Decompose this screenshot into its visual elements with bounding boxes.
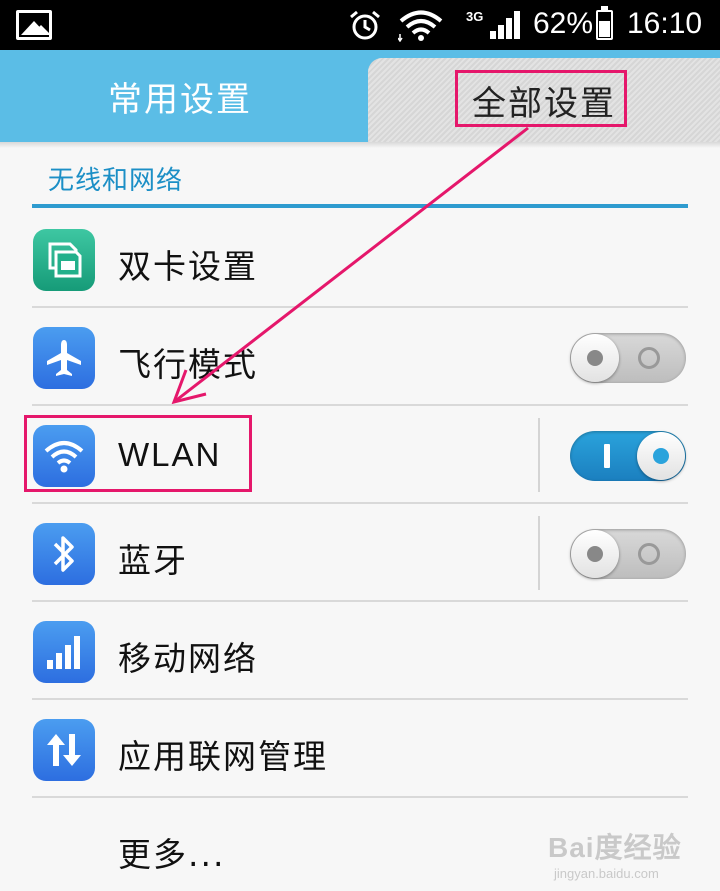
airplane-icon xyxy=(33,327,95,389)
settings-row-airplane-mode[interactable]: 飞行模式 xyxy=(32,308,688,406)
app-network-icon xyxy=(33,719,95,781)
annotation-highlight-all-settings xyxy=(455,70,627,127)
clock: 16:10 xyxy=(627,7,703,40)
settings-row-label: 应用联网管理 xyxy=(118,737,328,776)
dual-sim-icon xyxy=(33,229,95,291)
settings-row-dual-sim[interactable]: 双卡设置 xyxy=(32,210,688,308)
status-bar: 3G 62% 16:10 xyxy=(0,0,720,50)
baidu-watermark: Bai度经验 jingyan.baidu.com xyxy=(548,826,682,881)
settings-row-label: 蓝牙 xyxy=(118,541,188,580)
alarm-icon xyxy=(350,10,380,40)
settings-row-label: 飞行模式 xyxy=(118,345,258,384)
wifi-icon xyxy=(398,10,443,42)
signal-icon xyxy=(490,11,520,39)
settings-row-label: 更多... xyxy=(118,835,226,874)
settings-row-bluetooth[interactable]: 蓝牙 xyxy=(32,504,688,602)
battery-percent: 62% xyxy=(533,7,594,40)
row-separator xyxy=(538,418,540,492)
tab-shadow xyxy=(0,142,720,148)
settings-row-app-network[interactable]: 应用联网管理 xyxy=(32,700,688,798)
gallery-icon xyxy=(16,10,52,40)
bluetooth-toggle[interactable] xyxy=(570,529,686,579)
watermark-brand: Bai度经验 xyxy=(548,832,682,863)
mobile-network-icon xyxy=(33,621,95,683)
section-divider xyxy=(32,204,688,208)
settings-row-label: 移动网络 xyxy=(118,639,258,678)
network-type-label: 3G xyxy=(466,9,484,24)
battery-icon xyxy=(596,6,613,40)
airplane-mode-toggle[interactable] xyxy=(570,333,686,383)
settings-row-label: 双卡设置 xyxy=(118,247,258,286)
settings-row-mobile-network[interactable]: 移动网络 xyxy=(32,602,688,700)
section-header-wireless: 无线和网络 xyxy=(48,166,184,196)
tab-common-settings[interactable]: 常用设置 xyxy=(0,50,360,142)
bluetooth-icon xyxy=(33,523,95,585)
watermark-url: jingyan.baidu.com xyxy=(554,866,659,881)
wlan-toggle[interactable] xyxy=(570,431,686,481)
row-separator xyxy=(538,516,540,590)
annotation-highlight-wlan xyxy=(24,415,252,492)
